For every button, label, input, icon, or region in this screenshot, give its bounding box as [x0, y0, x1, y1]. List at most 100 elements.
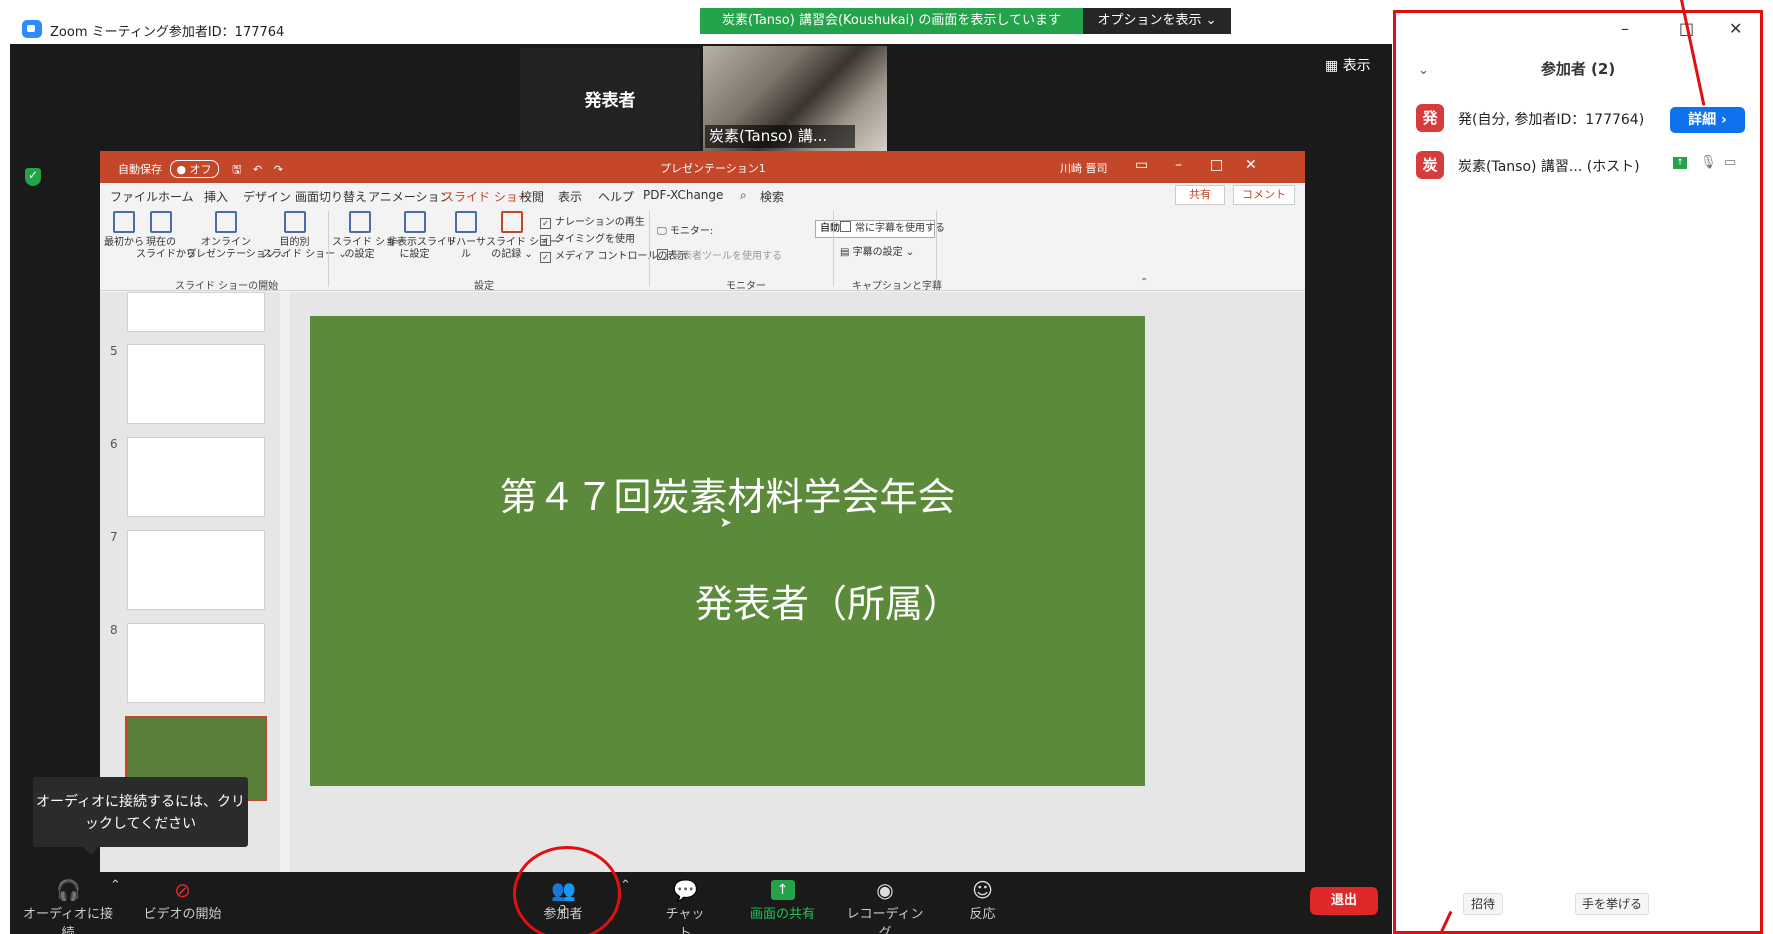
speaker-tile: 発表者 [520, 48, 700, 150]
tab-design[interactable]: デザイン [243, 188, 291, 205]
avatar: 発 [1416, 104, 1444, 132]
tab-animations[interactable]: アニメーション [368, 188, 452, 205]
setup-show-button[interactable]: スライド ショー の設定 [332, 211, 405, 261]
tab-insert[interactable]: 挿入 [204, 188, 228, 205]
raise-hand-button[interactable]: 手を挙げる [1575, 893, 1649, 915]
view-layout-label: 表示 [1342, 58, 1371, 74]
tab-view[interactable]: 表示 [558, 188, 582, 205]
audio-options-caret[interactable]: ⌃ [108, 878, 123, 893]
view-layout-button[interactable]: ▦ 表示 [1325, 55, 1371, 75]
slide-number: 6 [110, 437, 118, 451]
slideshow-current-icon [150, 211, 172, 233]
thumbnail-scrollbar[interactable] [280, 292, 290, 872]
ribbon-display-icon[interactable]: ▭ [1135, 157, 1148, 173]
details-button[interactable]: 詳細 › [1670, 107, 1745, 133]
chat-icon: 💬 [673, 878, 698, 902]
narration-checkbox[interactable]: ナレーションの再生 [540, 213, 645, 229]
view-options-button[interactable]: オプションを表示 ⌄ [1083, 8, 1231, 34]
rehearse-icon [455, 211, 477, 233]
hide-slide-button[interactable]: 非表示スライド に設定 [387, 211, 457, 261]
autosave-label: 自動保存 [118, 163, 162, 176]
tab-search[interactable]: 検索 [760, 188, 784, 205]
undo-icon[interactable]: ↶ [253, 163, 262, 176]
rehearse-button[interactable]: リハーサル [444, 211, 488, 261]
slide-subtitle[interactable]: 発表者（所属） [695, 573, 961, 628]
slide-title[interactable]: 第４７回炭素材料学会年会 [310, 466, 1145, 521]
reactions-button[interactable]: ☺ 反応 [960, 880, 1005, 922]
setup-icon [348, 211, 371, 233]
tab-review[interactable]: 校閲 [520, 188, 544, 205]
ppt-user-name[interactable]: 川崎 晋司 [1060, 160, 1108, 176]
emoji-icon: ☺ [972, 878, 993, 902]
collapse-ribbon-icon[interactable]: ⌃ [1140, 277, 1148, 288]
online-presentation-button[interactable]: オンライン プレゼンテーション ⌄ [186, 211, 287, 261]
video-thumbnail-name: 炭素(Tanso) 講... [705, 125, 855, 148]
chat-label: チャット [665, 907, 705, 934]
group-label-setup: 設定 [474, 281, 494, 292]
tab-transitions[interactable]: 画面切り替え [295, 188, 367, 205]
custom-show-icon [283, 211, 306, 233]
record-button[interactable]: スライド ショー の記録 ⌄ [486, 211, 559, 261]
monitor-label-text: モニター: [669, 226, 714, 237]
minimize-icon[interactable]: – [1175, 157, 1182, 173]
search-icon[interactable]: ⌕ [740, 188, 747, 203]
ribbon-separator [328, 211, 329, 287]
leave-button[interactable]: 退出 [1310, 887, 1378, 915]
participant-name: 発(自分, 参加者ID：177764) [1458, 112, 1645, 128]
maximize-icon[interactable]: □ [1210, 157, 1223, 173]
slide-number: 5 [110, 344, 118, 358]
invite-button[interactable]: 招待 [1463, 893, 1503, 915]
join-audio-button[interactable]: 🎧 オーディオに接続 [18, 880, 118, 934]
sharing-icon: ↑ [1673, 157, 1687, 169]
slide-thumbnail[interactable] [127, 292, 265, 332]
ribbon: 最初から 現在の スライドから オンライン プレゼンテーション ⌄ 目的別 スラ… [100, 207, 1305, 292]
headphones-icon: 🎧 [56, 878, 81, 902]
tab-slideshow[interactable]: スライド ショー [442, 188, 530, 209]
panel-close-icon[interactable]: ✕ [1729, 19, 1742, 38]
close-icon[interactable]: ✕ [1245, 157, 1257, 173]
slide-thumbnail[interactable] [127, 623, 265, 703]
comment-button[interactable]: コメント [1233, 185, 1295, 205]
subtitle-settings-button[interactable]: ▤ 字幕の設定 ⌄ [840, 243, 914, 258]
save-icon[interactable]: 🖫 [232, 163, 241, 176]
recording-button[interactable]: ◉ レコーディング [845, 880, 925, 934]
camera-icon: ▭ [1724, 155, 1737, 170]
share-screen-button[interactable]: ↑ 画面の共有 [745, 880, 820, 922]
tab-pdf-xchange[interactable]: PDF-XChange [643, 188, 723, 202]
slide-thumbnail[interactable] [127, 344, 265, 424]
chat-button[interactable]: 💬 チャット [660, 880, 710, 934]
tab-help[interactable]: ヘルプ [598, 188, 634, 205]
redo-icon[interactable]: ↷ [274, 163, 283, 176]
share-button[interactable]: 共有 [1175, 185, 1225, 205]
speaker-label: 発表者 [584, 91, 636, 111]
tab-file[interactable]: ファイル [110, 188, 158, 205]
group-label-start: スライド ショーの開始 [175, 281, 279, 292]
annotation-circle [513, 846, 621, 934]
presenter-tools-checkbox[interactable]: 発表者ツールを使用する [657, 247, 782, 262]
group-label-captions: キャプションと字幕 [852, 281, 942, 292]
tab-home[interactable]: ホーム [158, 188, 194, 205]
hide-slide-icon [403, 211, 426, 233]
security-shield-icon[interactable] [25, 168, 41, 186]
record-icon [501, 211, 523, 233]
ribbon-separator [649, 211, 650, 287]
current-slide[interactable]: 第４７回炭素材料学会年会 発表者（所属） [310, 316, 1145, 786]
autosave-toggle[interactable]: ● オフ [169, 160, 219, 178]
participant-name: 炭素(Tanso) 講習... (ホスト) [1458, 159, 1640, 175]
zoom-window-title: Zoom ミーティング参加者ID：177764 [50, 25, 285, 40]
custom-show-button[interactable]: 目的別 スライド ショー ⌄ [262, 211, 347, 261]
share-screen-label: 画面の共有 [749, 907, 815, 922]
start-video-button[interactable]: ⊘ ビデオの開始 [140, 880, 225, 922]
panel-minimize-icon[interactable]: – [1621, 19, 1629, 38]
mic-icon: 🎙 [1700, 155, 1717, 170]
zoom-logo-icon [22, 20, 42, 38]
monitor-icon: 🖵 [657, 226, 670, 237]
timing-checkbox[interactable]: タイミングを使用 [540, 230, 635, 246]
ppt-document-name: プレゼンテーション1 [660, 162, 766, 175]
video-off-icon: ⊘ [174, 878, 191, 902]
slide-thumbnail[interactable] [127, 437, 265, 517]
always-subtitles-checkbox[interactable]: 常に字幕を使用する [840, 219, 945, 234]
from-current-button[interactable]: 現在の スライドから [136, 211, 196, 261]
autosave-state: オフ [189, 163, 212, 176]
slide-thumbnail[interactable] [127, 530, 265, 610]
